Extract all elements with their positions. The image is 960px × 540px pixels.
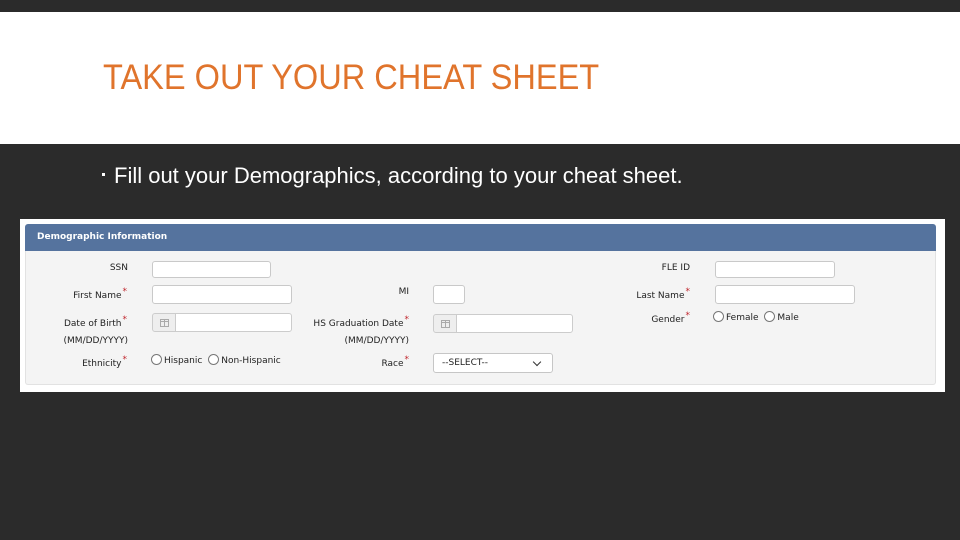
dob-input[interactable] [175,313,292,332]
required-mark: * [685,287,691,297]
gender-label: Gender* [651,311,690,325]
race-select[interactable]: --SELECT-- [433,353,553,373]
gender-option-label: Male [777,313,799,323]
gender-label-text: Gender [651,315,685,325]
radio-icon[interactable] [764,311,776,322]
required-mark: * [122,315,128,325]
form-header-title: Demographic Information [37,232,168,242]
last-name-input[interactable] [715,285,855,304]
chevron-down-icon [532,357,542,367]
demographics-form-screenshot: Demographic Information SSN FLE ID First… [20,219,945,392]
slide-title: TAKE OUT YOUR CHEAT SHEET [103,58,600,97]
required-mark: * [404,315,410,325]
last-name-label: Last Name* [636,287,690,301]
first-name-label-text: First Name [73,291,122,301]
gender-option-female[interactable]: Female [713,311,759,323]
dob-label-text: Date of Birth [63,319,122,329]
hs-grad-date-picker[interactable] [433,314,573,333]
ethnicity-label-text: Ethnicity [82,359,122,369]
ethnicity-option-label: Hispanic [164,356,203,366]
hs-grad-input[interactable] [456,314,573,333]
required-mark: * [122,355,128,365]
race-label: Race* [381,355,409,369]
form-header: Demographic Information [25,224,936,251]
dob-calendar-button[interactable] [152,313,176,332]
ssn-label: SSN [109,263,128,273]
hs-grad-label: HS Graduation Date* [313,315,409,329]
ethnicity-radio-group: Hispanic Non-Hispanic [151,354,284,366]
fle-id-label: FLE ID [661,263,690,273]
calendar-icon [160,319,169,327]
gender-radio-group: Female Male [713,311,802,323]
mi-input[interactable] [433,285,465,304]
first-name-label: First Name* [73,287,127,301]
race-select-value: --SELECT-- [442,358,489,368]
ethnicity-option-label: Non-Hispanic [221,356,281,366]
race-label-text: Race [381,359,404,369]
radio-icon[interactable] [151,354,162,365]
required-mark: * [404,355,410,365]
bullet-icon [102,172,105,176]
first-name-input[interactable] [152,285,292,304]
bullet-text: Fill out your Demographics, according to… [102,163,683,189]
dob-label: Date of Birth* [63,315,127,329]
ethnicity-option-hispanic[interactable]: Hispanic [151,354,203,366]
gender-option-label: Female [726,313,759,323]
hs-grad-calendar-button[interactable] [433,314,457,333]
ethnicity-option-non-hispanic[interactable]: Non-Hispanic [208,354,281,366]
hs-grad-format-hint: (MM/DD/YYYY) [344,336,409,346]
ethnicity-label: Ethnicity* [82,355,127,369]
calendar-icon [441,320,450,328]
last-name-label-text: Last Name [636,291,685,301]
dob-date-picker[interactable] [152,313,292,332]
required-mark: * [685,311,691,321]
radio-icon[interactable] [713,311,724,322]
bullet-label: Fill out your Demographics, according to… [114,163,683,188]
hs-grad-label-text: HS Graduation Date [313,319,404,329]
fle-id-input[interactable] [715,261,835,278]
radio-icon[interactable] [208,354,220,365]
ssn-input[interactable] [152,261,271,278]
required-mark: * [122,287,128,297]
dob-format-hint: (MM/DD/YYYY) [63,336,128,346]
mi-label: MI [398,287,409,297]
gender-option-male[interactable]: Male [764,311,799,323]
